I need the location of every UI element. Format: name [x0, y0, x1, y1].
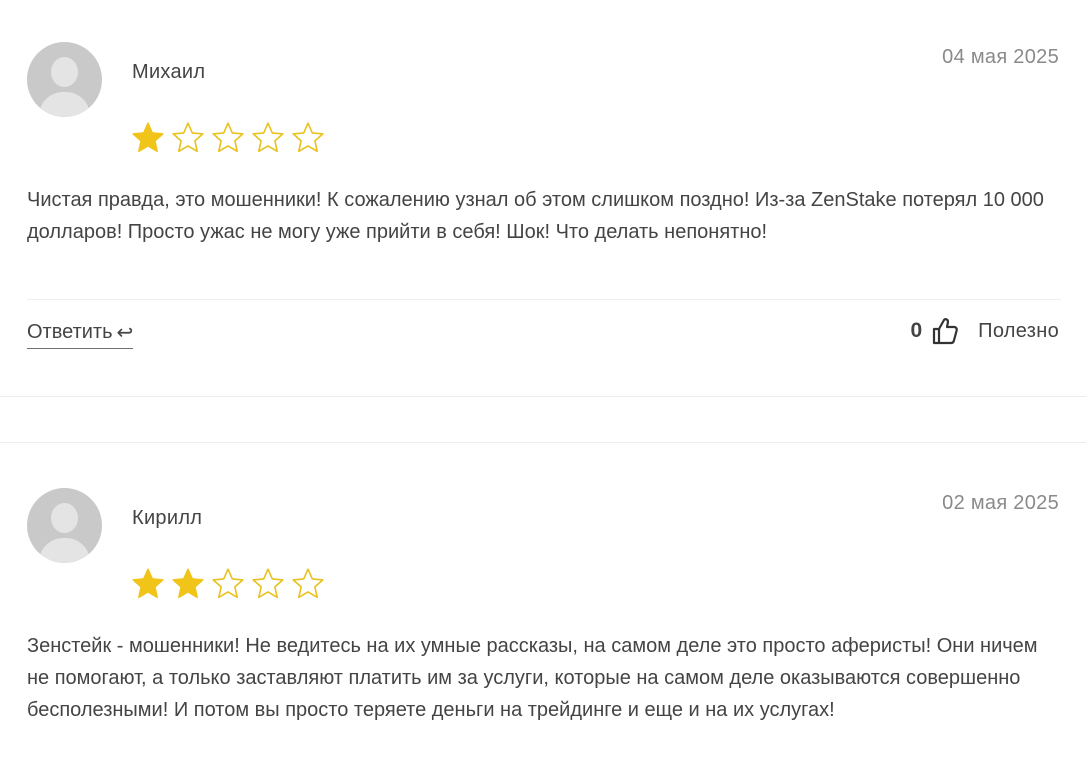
star-empty-icon	[250, 566, 286, 602]
star-empty-icon	[250, 120, 286, 156]
review-author: Михаил	[132, 61, 206, 83]
reviews-page: Михаил 04 мая 2025 Чистая правда, это мо…	[0, 0, 1086, 776]
review-card: Михаил 04 мая 2025 Чистая правда, это мо…	[0, 0, 1086, 397]
star-empty-icon	[210, 120, 246, 156]
star-filled-icon	[130, 120, 166, 156]
reply-label: Ответить	[27, 321, 113, 343]
review-date: 02 мая 2025	[942, 492, 1059, 514]
star-rating	[130, 566, 326, 602]
section-separator	[0, 396, 1086, 397]
helpful-count: 0	[910, 319, 923, 342]
star-empty-icon	[210, 566, 246, 602]
review-date: 04 мая 2025	[942, 46, 1059, 68]
thumbs-up-icon[interactable]	[932, 317, 958, 345]
star-empty-icon	[290, 566, 326, 602]
star-filled-icon	[170, 566, 206, 602]
star-filled-icon	[130, 566, 166, 602]
star-empty-icon	[290, 120, 326, 156]
review-text: Чистая правда, это мошенники! К сожалени…	[27, 189, 1044, 243]
review-text: Зенстейк - мошенники! Не ведитесь на их …	[27, 635, 1038, 721]
star-rating	[130, 120, 326, 156]
helpful-button[interactable]: Полезно	[978, 320, 1059, 343]
review-card: Кирилл 02 мая 2025 Зенстейк - мошенники!…	[0, 443, 1086, 776]
avatar	[27, 42, 102, 117]
review-author: Кирилл	[132, 507, 203, 529]
reply-link[interactable]: Ответить ↩	[27, 320, 134, 349]
helpful-vote: 0 Полезно	[910, 317, 1059, 345]
divider	[27, 299, 1061, 300]
avatar	[27, 488, 102, 563]
reply-arrow-icon: ↩	[116, 322, 134, 344]
star-empty-icon	[170, 120, 206, 156]
